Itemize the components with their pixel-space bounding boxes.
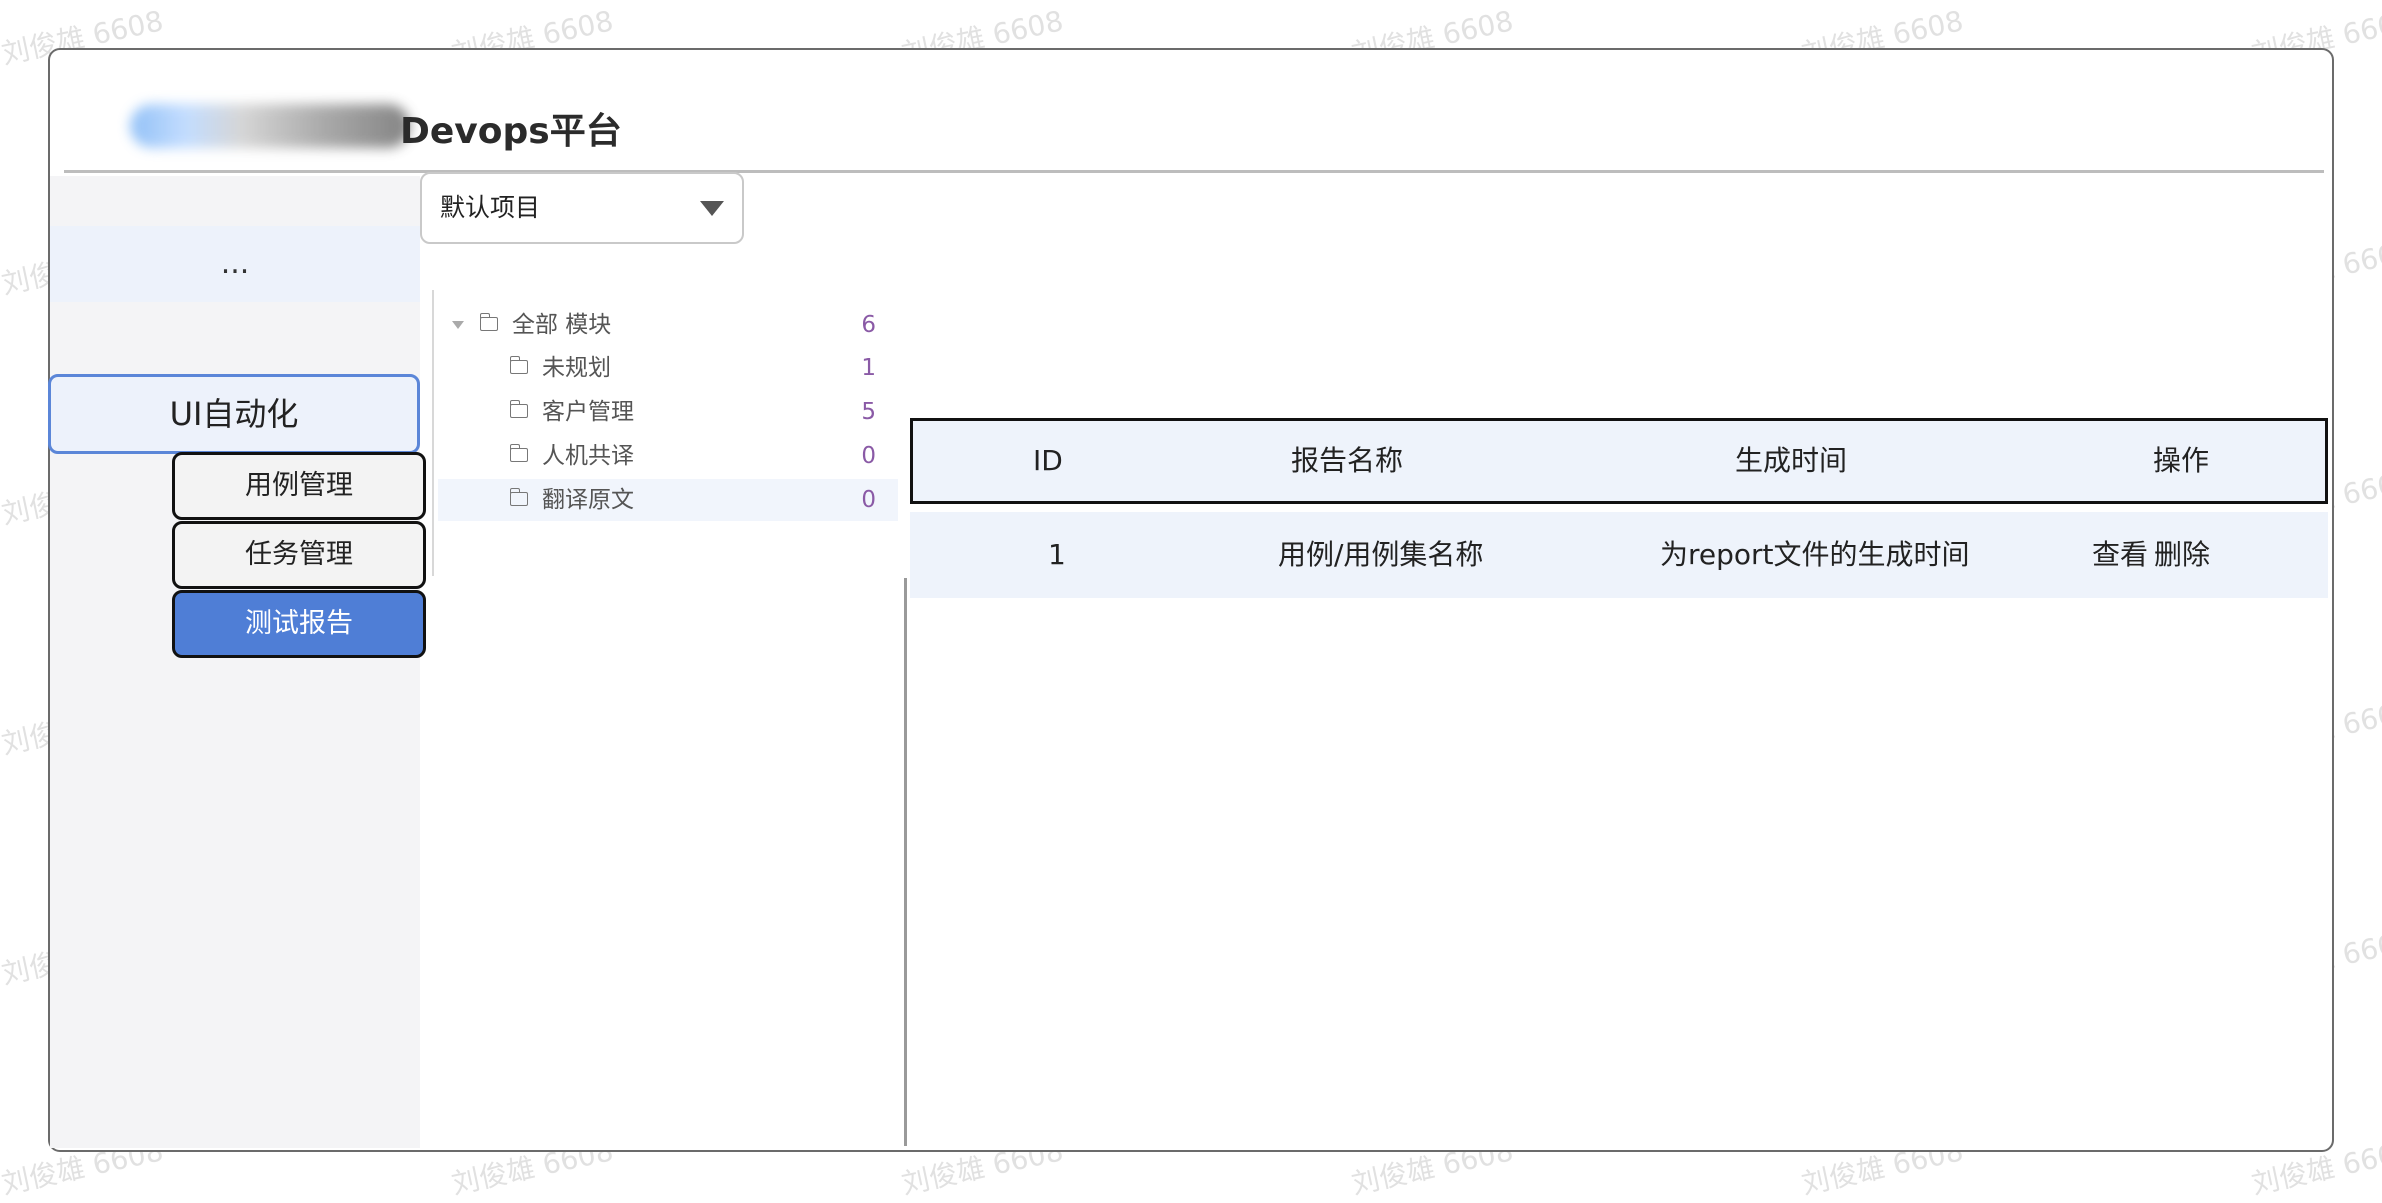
delete-button[interactable]: 删除 (2154, 512, 2210, 598)
app-title: Devops平台 (400, 111, 622, 152)
tree-border (432, 290, 434, 576)
logo (130, 104, 410, 148)
panel-divider[interactable] (904, 578, 907, 1146)
column-header-report-name[interactable]: 报告名称 (1291, 421, 1403, 501)
project-select[interactable]: 默认项目 (420, 172, 744, 244)
column-header-generated-time[interactable]: 生成时间 (1735, 421, 1847, 501)
nav-task-management[interactable]: 任务管理 (172, 521, 426, 589)
tree-node-root[interactable]: 全部 模块 6 (438, 304, 898, 346)
folder-icon (509, 488, 528, 506)
tree-node-label: 未规划 (542, 355, 611, 381)
nav-ui-automation[interactable]: UI自动化 (48, 374, 420, 454)
tree-node-label: 翻译原文 (542, 487, 634, 513)
cell-report-name: 用例/用例集名称 (1278, 538, 1484, 571)
expand-arrow-icon[interactable] (452, 321, 464, 329)
folder-icon (509, 444, 528, 462)
folder-icon (479, 313, 498, 331)
sidebar-collapsed-item[interactable]: ... (50, 226, 420, 302)
folder-icon (509, 400, 528, 418)
chevron-down-icon[interactable] (700, 201, 724, 216)
tree-node[interactable]: 未规划 1 (438, 347, 898, 389)
tree-node-count: 6 (861, 312, 876, 338)
project-select-value: 默认项目 (440, 193, 541, 222)
table-row: 1 用例/用例集名称 为report文件的生成时间 查看 删除 (910, 512, 2328, 598)
tree-node[interactable]: 客户管理 5 (438, 391, 898, 433)
tree-node-count: 5 (861, 399, 876, 425)
tree-node-count: 0 (861, 487, 876, 513)
view-button[interactable]: 查看 (2092, 512, 2148, 598)
nav-test-report[interactable]: 测试报告 (172, 590, 426, 658)
cell-id: 1 (1048, 538, 1066, 571)
cell-generated-time: 为report文件的生成时间 (1660, 538, 1970, 571)
sidebar (50, 176, 420, 1148)
tree-node[interactable]: 人机共译 0 (438, 435, 898, 477)
tree-node-count: 0 (861, 443, 876, 469)
column-header-id[interactable]: ID (1033, 421, 1063, 501)
nav-case-management[interactable]: 用例管理 (172, 452, 426, 520)
column-header-actions[interactable]: 操作 (2153, 421, 2209, 501)
table-header: ID 报告名称 生成时间 操作 (910, 418, 2328, 504)
tree-node-label: 客户管理 (542, 399, 634, 425)
header-divider (64, 170, 2324, 173)
tree-node-count: 1 (861, 355, 876, 381)
tree-node-selected[interactable]: 翻译原文 0 (438, 479, 898, 521)
folder-icon (509, 356, 528, 374)
tree-node-label: 全部 模块 (512, 312, 612, 338)
tree-node-label: 人机共译 (542, 443, 634, 469)
